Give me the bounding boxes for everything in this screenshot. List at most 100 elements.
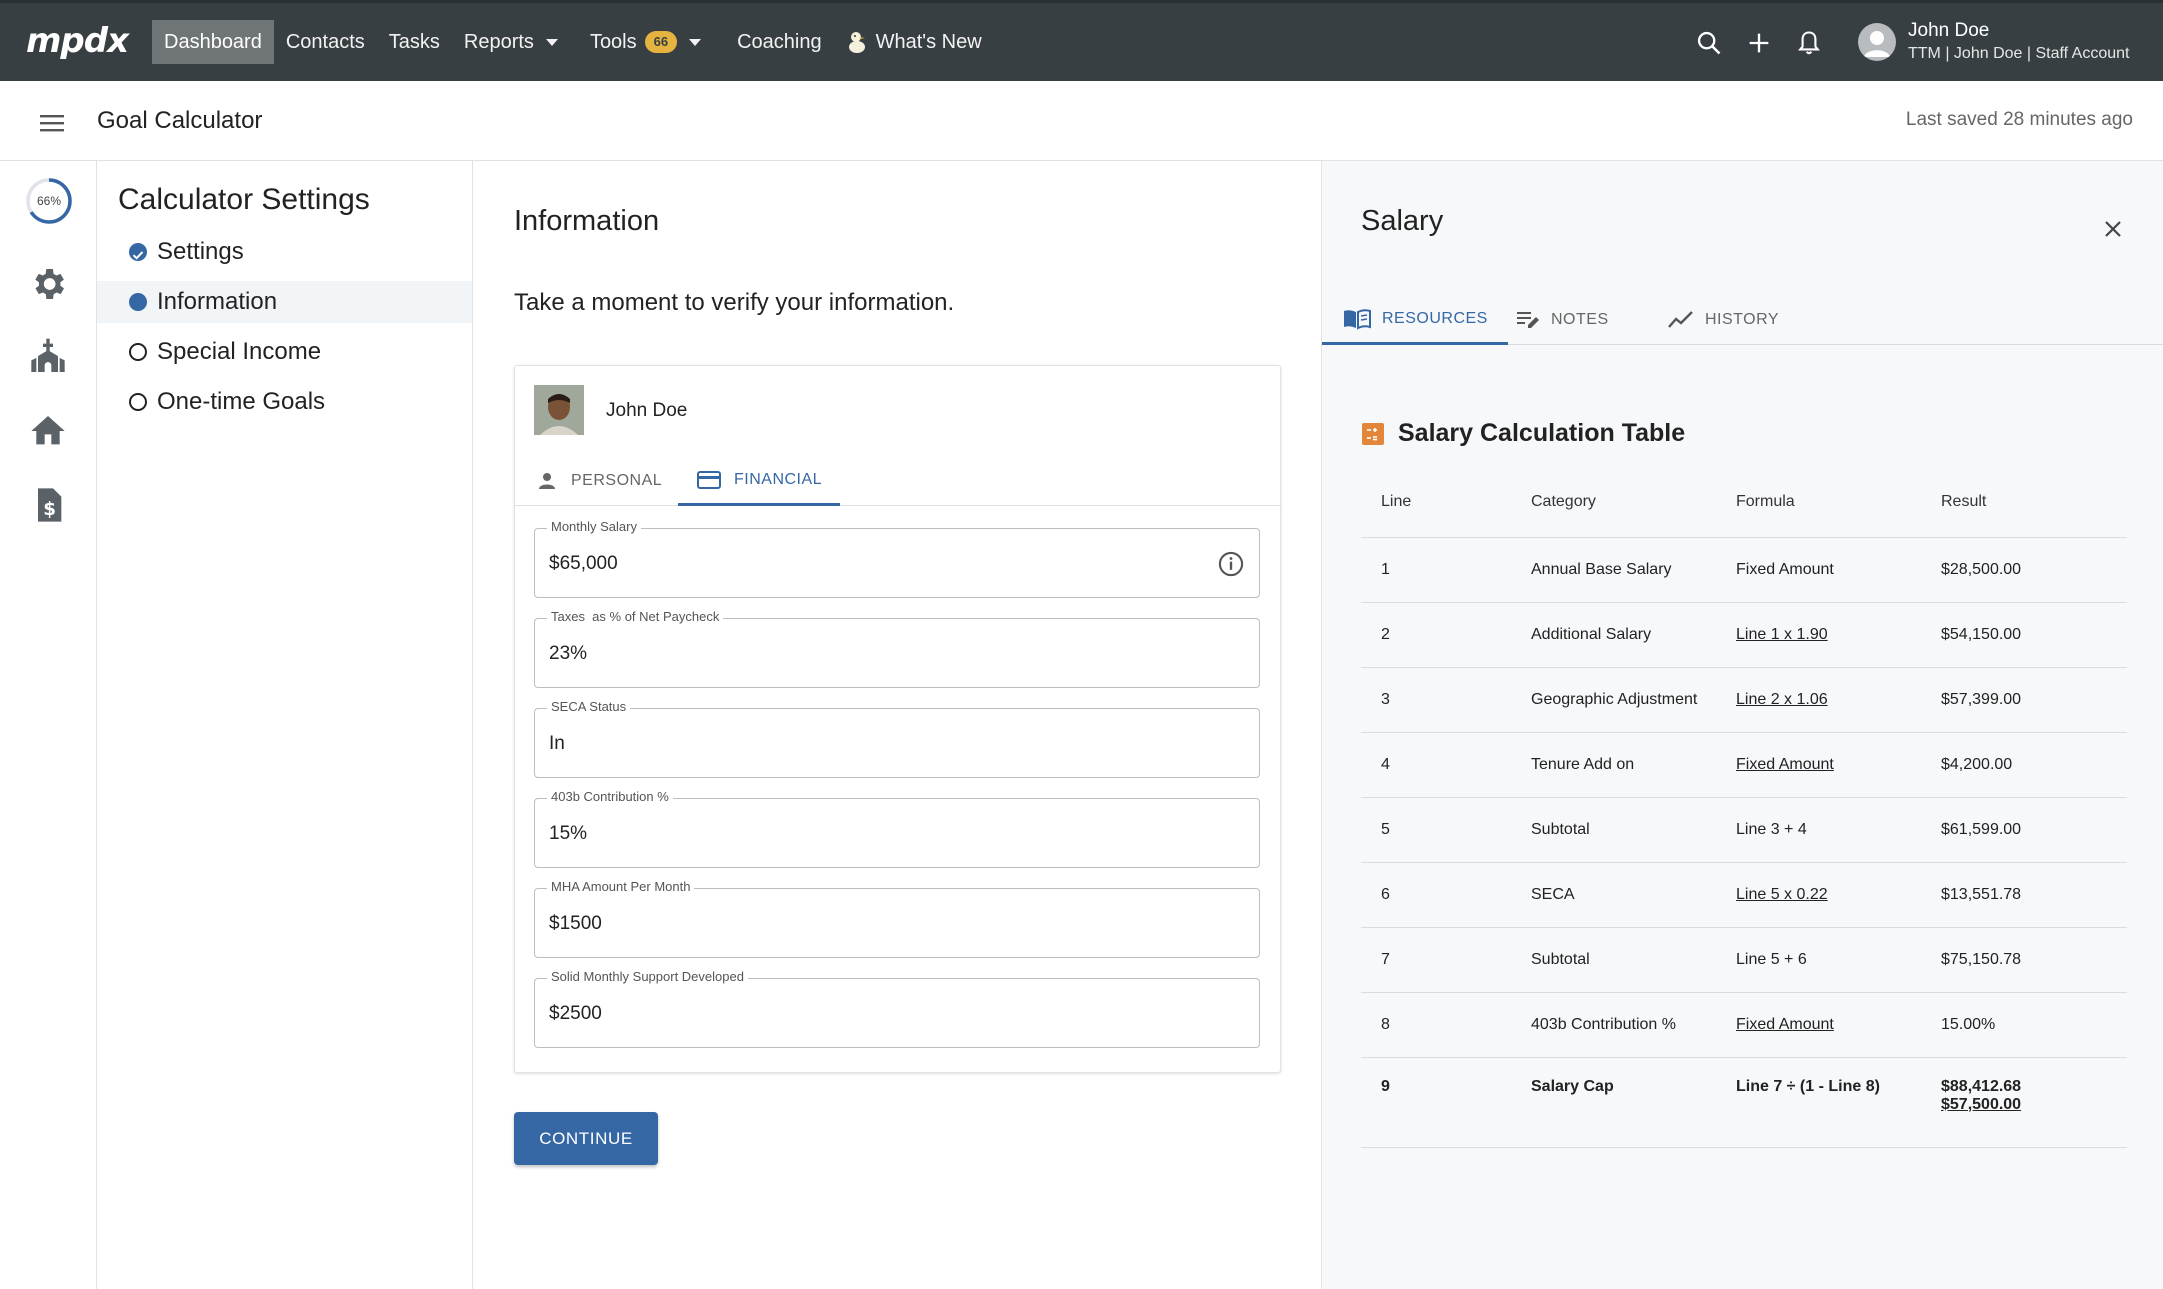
info-tabs: PERSONAL FINANCIAL [515, 456, 1282, 506]
cell-line: 8 [1361, 992, 1511, 1058]
tab-financial-label: FINANCIAL [734, 470, 823, 488]
step-one-time-goals[interactable]: One-time Goals [97, 381, 472, 423]
nav-tools[interactable]: Tools 66 [578, 20, 713, 64]
seca-status-field[interactable]: SECA Status In [534, 699, 1260, 778]
calculator-settings-nav: Calculator Settings Settings Information… [97, 161, 473, 1289]
section-title: Information [514, 205, 660, 237]
cell-category: Additional Salary [1511, 602, 1716, 668]
cell-line: 1 [1361, 537, 1511, 603]
close-icon[interactable] [2101, 217, 2125, 241]
cell-result: $4,200.00 [1921, 732, 2127, 798]
403b-contribution-field[interactable]: 403b Contribution % 15% [534, 789, 1260, 868]
nav-contacts[interactable]: Contacts [274, 20, 377, 64]
formula-link[interactable]: Fixed Amount [1736, 1016, 1834, 1033]
table-row: 3 Geographic Adjustment Line 2 x 1.06 $5… [1361, 667, 2127, 733]
table-row: 5 Subtotal Line 3 + 4 $61,599.00 [1361, 797, 2127, 863]
svg-text:$: $ [43, 499, 56, 520]
tab-history[interactable]: HISTORY [1647, 295, 1799, 345]
panel-tabs: RESOURCES NOTES HISTORY [1322, 295, 2163, 345]
nav-dashboard[interactable]: Dashboard [152, 20, 274, 64]
field-label: Solid Monthly Support Developed [547, 969, 748, 984]
cell-result: $57,399.00 [1921, 667, 2127, 733]
tab-financial[interactable]: FINANCIAL [678, 456, 841, 506]
bell-icon[interactable] [1795, 29, 1823, 57]
field-value: 23% [549, 643, 588, 664]
monthly-salary-field[interactable]: Monthly Salary $65,000 [534, 519, 1260, 598]
check-circle-icon [129, 243, 147, 261]
cell-category: Salary Cap [1511, 1057, 1716, 1148]
nav-tasks[interactable]: Tasks [377, 20, 452, 64]
tab-resources-label: RESOURCES [1382, 309, 1488, 327]
chevron-down-icon [689, 38, 702, 46]
top-navigation: mpdx Dashboard Contacts Tasks Reports To… [0, 0, 2163, 81]
search-icon[interactable] [1695, 29, 1723, 57]
nav-reports[interactable]: Reports [452, 20, 570, 64]
field-label: Monthly Salary [547, 519, 641, 534]
table-row: 7 Subtotal Line 5 + 6 $75,150.78 [1361, 927, 2127, 993]
last-saved-status: Last saved 28 minutes ago [1905, 109, 2133, 130]
user-name: John Doe [1908, 20, 1990, 41]
monthly-support-field[interactable]: Solid Monthly Support Developed $2500 [534, 969, 1260, 1048]
step-settings[interactable]: Settings [97, 231, 472, 273]
salary-calculation-table: Line Category Formula Result 1 Annual Ba… [1361, 468, 2127, 1148]
field-label: Taxes as % of Net Paycheck [547, 609, 724, 624]
cell-category: Subtotal [1511, 927, 1716, 993]
step-special-income[interactable]: Special Income [97, 331, 472, 373]
taxes-percent-field[interactable]: Taxes as % of Net Paycheck 23% [534, 609, 1260, 688]
cell-result: $28,500.00 [1921, 537, 2127, 603]
cell-line: 7 [1361, 927, 1511, 993]
continue-button[interactable]: CONTINUE [514, 1112, 658, 1165]
step-information[interactable]: Information [97, 281, 472, 323]
salary-panel: Salary RESOURCES NOTES HISTORY Salary Ca… [1321, 161, 2163, 1289]
mha-amount-field[interactable]: MHA Amount Per Month $1500 [534, 879, 1260, 958]
user-menu[interactable]: John Doe TTM | John Doe | Staff Account [1858, 19, 2129, 65]
cell-category: Annual Base Salary [1511, 537, 1716, 603]
nav-coaching[interactable]: Coaching [725, 20, 834, 64]
cell-result: $75,150.78 [1921, 927, 2127, 993]
tab-notes[interactable]: NOTES [1495, 295, 1629, 345]
gear-icon[interactable] [28, 264, 68, 304]
tab-personal-label: PERSONAL [571, 472, 663, 489]
tab-notes-label: NOTES [1551, 311, 1609, 328]
step-label: Special Income [157, 338, 322, 365]
nav-whats-new[interactable]: What's New [834, 20, 994, 64]
dollar-document-icon[interactable]: $ [28, 485, 68, 525]
mpdx-logo[interactable]: mpdx [26, 21, 129, 61]
cell-formula: Fixed Amount [1716, 537, 1921, 603]
section-description: Take a moment to verify your information… [514, 289, 955, 316]
cell-category: 403b Contribution % [1511, 992, 1716, 1058]
profile-photo [534, 385, 584, 435]
add-icon[interactable] [1745, 29, 1773, 57]
nav-coaching-label: Coaching [737, 31, 822, 53]
person-name: John Doe [606, 400, 688, 421]
step-label: Information [157, 288, 278, 315]
salary-table-heading: Salary Calculation Table [1362, 419, 1685, 448]
table-row: 4 Tenure Add on Fixed Amount $4,200.00 [1361, 732, 2127, 798]
field-label: 403b Contribution % [547, 789, 673, 804]
information-card: John Doe PERSONAL FINANCIAL Monthly Sala… [514, 365, 1282, 1073]
info-icon[interactable] [1217, 550, 1245, 578]
tab-resources[interactable]: RESOURCES [1322, 295, 1508, 345]
cell-category: Geographic Adjustment [1511, 667, 1716, 733]
salary-cap-result: $88,412.68 [1941, 1077, 2022, 1095]
cell-result: $54,150.00 [1921, 602, 2127, 668]
cell-formula: Line 5 + 6 [1716, 927, 1921, 993]
empty-circle-icon [129, 393, 147, 411]
formula-link[interactable]: Fixed Amount [1736, 756, 1834, 773]
formula-link[interactable]: Line 2 x 1.06 [1736, 691, 1828, 708]
tab-personal[interactable]: PERSONAL [517, 456, 680, 506]
cell-formula: Line 3 + 4 [1716, 797, 1921, 863]
field-value: $2500 [549, 1003, 602, 1024]
hamburger-menu-icon[interactable] [40, 113, 66, 133]
nav-tasks-label: Tasks [388, 31, 440, 53]
nav-dashboard-label: Dashboard [164, 31, 262, 53]
cell-line: 2 [1361, 602, 1511, 668]
person-icon [1864, 31, 1890, 57]
church-icon[interactable] [28, 337, 68, 377]
formula-link[interactable]: Line 1 x 1.90 [1736, 626, 1828, 643]
formula-link[interactable]: Line 5 x 0.22 [1736, 886, 1828, 903]
salary-cap-capped-result[interactable]: $57,500.00 [1941, 1096, 2127, 1114]
column-header-formula: Formula [1716, 468, 1921, 538]
nav-icons [1695, 29, 1823, 57]
home-icon[interactable] [28, 411, 68, 451]
